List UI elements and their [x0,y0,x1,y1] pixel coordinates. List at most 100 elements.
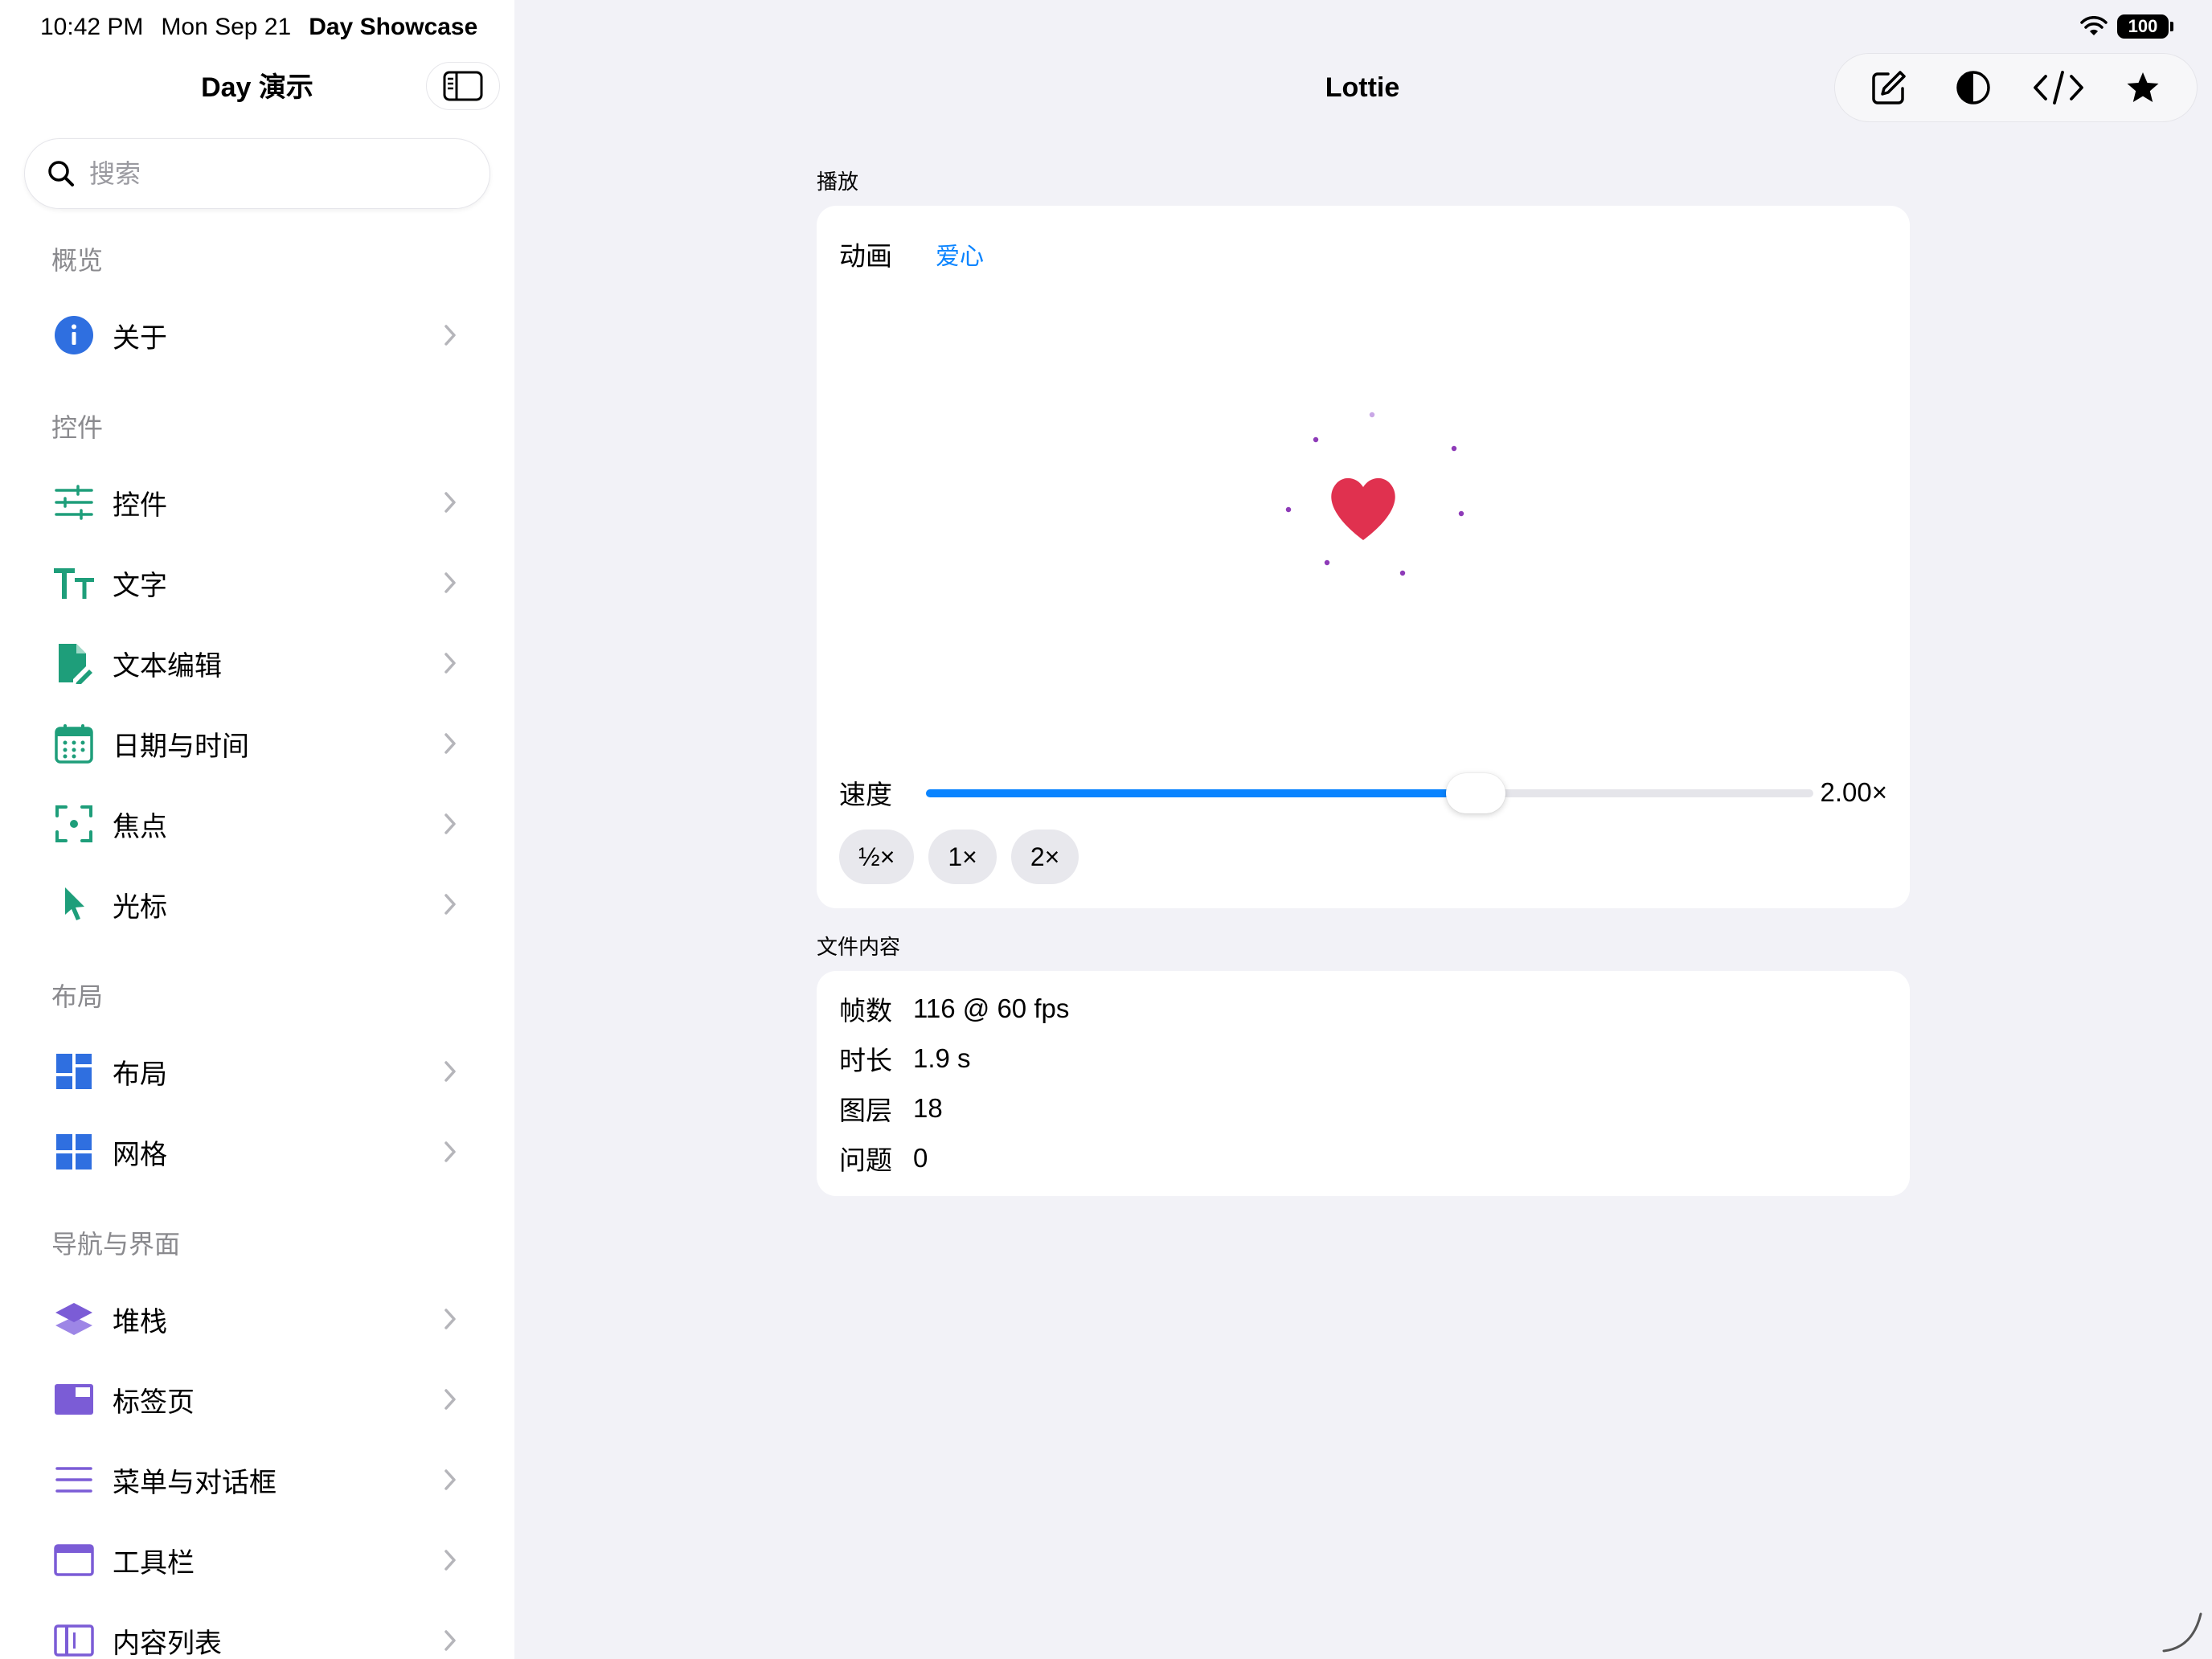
playback-group-label: 播放 [817,170,859,194]
document-edit-icon [51,641,96,686]
sidebar-item-tabs[interactable]: 标签页 [24,1363,490,1436]
sidebar: 10:42 PM Mon Sep 21 Day Showcase Day 演示 … [0,0,514,1659]
page-title: Lottie [1325,72,1400,103]
resize-corner-icon[interactable] [2161,1609,2206,1654]
slider-fill [926,789,1477,797]
toolbar [1834,53,2198,122]
chevron-right-icon [444,325,456,346]
speed-slider[interactable] [926,768,1813,817]
menu-lines-icon [51,1457,96,1502]
battery-icon: 100 [2117,14,2169,39]
search-field[interactable] [24,138,490,209]
slider-thumb[interactable] [1446,773,1506,813]
playback-card: 动画 爱心 速度 2.00× ½× 1× 2× [817,206,1910,908]
sidebar-item-stack[interactable]: 堆栈 [24,1283,490,1355]
status-date: Mon Sep 21 [161,14,292,40]
info-key: 帧数 [839,996,892,1026]
info-value: 116 @ 60 fps [913,993,1070,1023]
animation-row: 动画 爱心 [839,235,984,273]
code-icon [2033,71,2083,104]
sidebar-item-toolbar[interactable]: 工具栏 [24,1524,490,1596]
chevron-right-icon [444,1469,456,1490]
sidebar-item-menus-dialogs[interactable]: 菜单与对话框 [24,1444,490,1516]
sidebar-item-cursor[interactable]: 光标 [24,868,490,940]
appearance-button[interactable] [1948,62,1999,113]
favorite-button[interactable] [2117,62,2169,113]
particle [1324,559,1330,566]
file-card: 帧数 116 @ 60 fps 时长 1.9 s 图层 18 问题 0 [817,971,1910,1196]
compose-icon [1872,71,1906,104]
sidebar-item-label: 菜单与对话框 [113,1467,276,1498]
animation-label: 动画 [839,241,892,271]
speed-1x-button[interactable]: 1× [928,830,997,884]
info-row-issues: 问题 0 [839,1138,928,1178]
heart-shape [1331,477,1395,540]
sidebar-item-focus[interactable]: 焦点 [24,788,490,860]
info-value: 1.9 s [913,1043,971,1073]
calendar-icon [51,721,96,766]
section-header-layout: 布局 [51,982,104,1011]
sidebar-item-label: 焦点 [113,811,167,842]
grid-icon [51,1129,96,1174]
chevron-right-icon [444,572,456,593]
sidebar-toggle-button[interactable] [426,62,500,110]
sidebar-item-grid[interactable]: 网格 [24,1116,490,1188]
speed-2x-button[interactable]: 2× [1010,830,1079,884]
sidebar-item-about[interactable]: 关于 [24,299,490,371]
info-value: 0 [913,1143,928,1173]
info-row-duration: 时长 1.9 s [839,1038,971,1079]
sidebar-list-icon [51,1618,96,1659]
sidebar-item-text-editing[interactable]: 文本编辑 [24,627,490,699]
section-header-navigation: 导航与界面 [51,1230,181,1259]
status-time: 10:42 PM [40,14,144,40]
sidebar-item-content-list[interactable]: 内容列表 [24,1604,490,1659]
particle [1451,445,1457,452]
compose-button[interactable] [1863,62,1915,113]
wifi-icon [2080,16,2108,35]
sidebar-item-label: 文本编辑 [113,650,222,682]
sidebar-item-label: 内容列表 [113,1628,222,1659]
speed-half-button[interactable]: ½× [839,830,915,884]
chevron-right-icon [444,894,456,915]
layout-grid-icon [51,1049,96,1094]
chevron-right-icon [444,1141,456,1162]
info-key: 问题 [839,1145,892,1175]
particle [1399,570,1406,576]
chevron-right-icon [444,1389,456,1410]
chevron-right-icon [444,653,456,674]
sidebar-item-label: 堆栈 [113,1306,167,1337]
chevron-right-icon [444,733,456,754]
sidebar-item-layout[interactable]: 布局 [24,1035,490,1108]
info-key: 时长 [839,1046,892,1075]
tabs-icon [51,1377,96,1422]
speed-value: 2.00× [1820,777,1888,807]
sidebar-item-label: 标签页 [113,1387,195,1418]
pointer-arrow-icon [51,882,96,927]
sidebar-item-date-time[interactable]: 日期与时间 [24,707,490,780]
chevron-right-icon [444,813,456,834]
chevron-right-icon [444,1309,456,1329]
status-bar-left: 10:42 PM Mon Sep 21 Day Showcase [40,11,477,43]
particle [1285,506,1292,513]
info-value: 18 [913,1093,943,1123]
info-row-frames: 帧数 116 @ 60 fps [839,989,1069,1029]
sidebar-toggle-icon [443,71,483,101]
search-input[interactable] [89,158,459,189]
sidebar-item-text[interactable]: 文字 [24,547,490,619]
sidebar-item-controls[interactable]: 控件 [24,466,490,539]
sidebar-item-label: 日期与时间 [113,731,249,762]
stack-layers-icon [51,1296,96,1342]
focus-viewfinder-icon [51,801,96,846]
code-button[interactable] [2033,62,2084,113]
info-circle-icon [51,313,96,358]
search-icon [48,161,74,186]
section-header-overview: 概览 [51,246,104,275]
animation-picker[interactable]: 爱心 [936,236,984,272]
info-key: 图层 [839,1096,892,1125]
battery-cap [2170,22,2173,31]
sidebar-item-label: 网格 [113,1139,167,1170]
sliders-icon [51,480,96,525]
sidebar-item-label: 工具栏 [113,1547,195,1579]
speed-label: 速度 [839,780,892,809]
lottie-heart-animation [1285,412,1464,576]
